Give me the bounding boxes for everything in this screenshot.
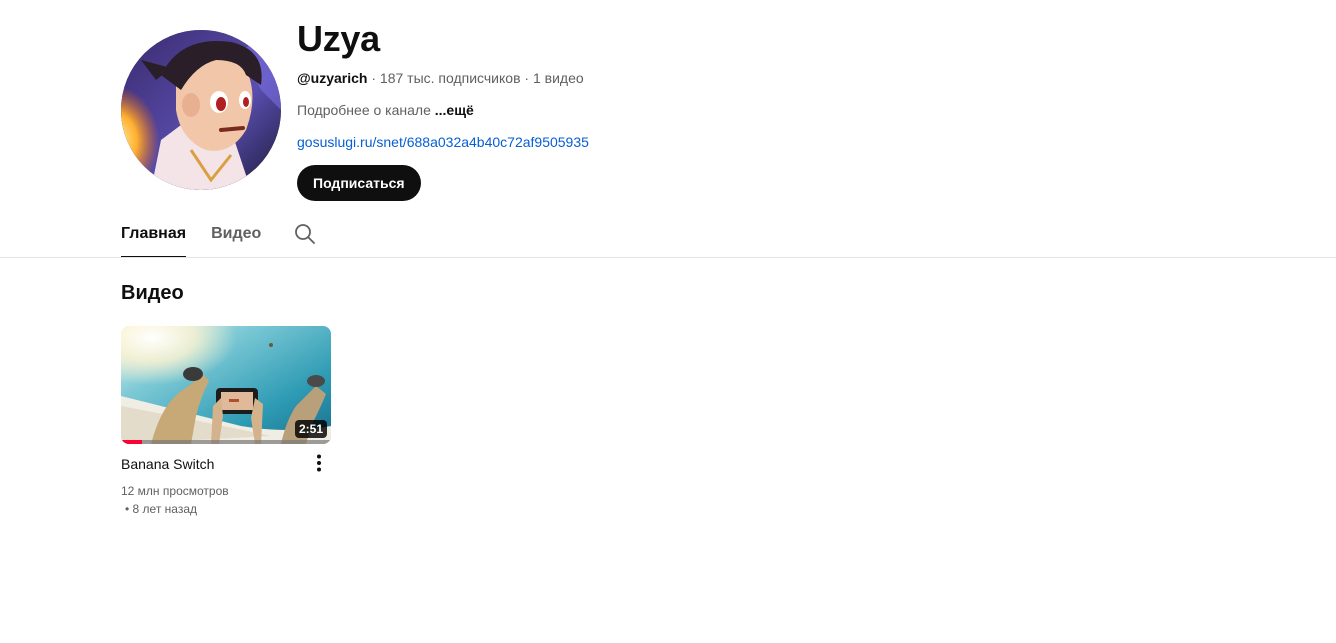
tab-videos[interactable]: Видео — [211, 216, 261, 258]
search-button[interactable] — [290, 216, 320, 252]
about-more-button[interactable]: ...ещё — [435, 102, 474, 118]
channel-link[interactable]: gosuslugi.ru/snet/688a032a4b40c72af95059… — [297, 132, 589, 152]
subscribe-button[interactable]: Подписаться — [297, 165, 421, 201]
video-title-row: Banana Switch — [121, 454, 331, 474]
section-title: Видео — [121, 282, 184, 304]
channel-tabs: Главная Видео — [121, 216, 320, 258]
meta-separator: · — [371, 70, 377, 86]
tabs-divider — [0, 257, 1336, 258]
about-text: Подробнее о канале — [297, 102, 431, 118]
meta-separator: · — [524, 70, 530, 86]
video-age: • 8 лет назад — [125, 502, 197, 516]
watch-progress-fill — [121, 440, 142, 444]
channel-about[interactable]: Подробнее о канале ...ещё — [297, 100, 589, 120]
video-card[interactable]: 2:51 Banana Switch 12 млн просмотров • 8… — [121, 326, 331, 518]
more-vertical-icon — [317, 454, 321, 472]
search-icon — [295, 224, 316, 244]
video-thumbnail[interactable]: 2:51 — [121, 326, 331, 444]
channel-avatar[interactable] — [121, 30, 281, 190]
channel-info: Uzya @uzyarich · 187 тыс. подписчиков · … — [297, 18, 589, 201]
video-duration: 2:51 — [294, 420, 327, 438]
channel-name: Uzya — [297, 18, 380, 59]
video-views: 12 млн просмотров — [121, 484, 229, 498]
subscriber-count: 187 тыс. подписчиков — [379, 70, 521, 86]
channel-meta: @uzyarich · 187 тыс. подписчиков · 1 вид… — [297, 68, 589, 88]
channel-header: Uzya @uzyarich · 187 тыс. подписчиков · … — [121, 18, 1021, 208]
video-title[interactable]: Banana Switch — [121, 454, 331, 474]
video-menu-button[interactable] — [311, 452, 327, 474]
watch-progress-bar — [121, 440, 331, 444]
tab-home[interactable]: Главная — [121, 216, 187, 258]
video-count: 1 видео — [532, 70, 584, 86]
channel-handle: @uzyarich — [297, 70, 368, 86]
